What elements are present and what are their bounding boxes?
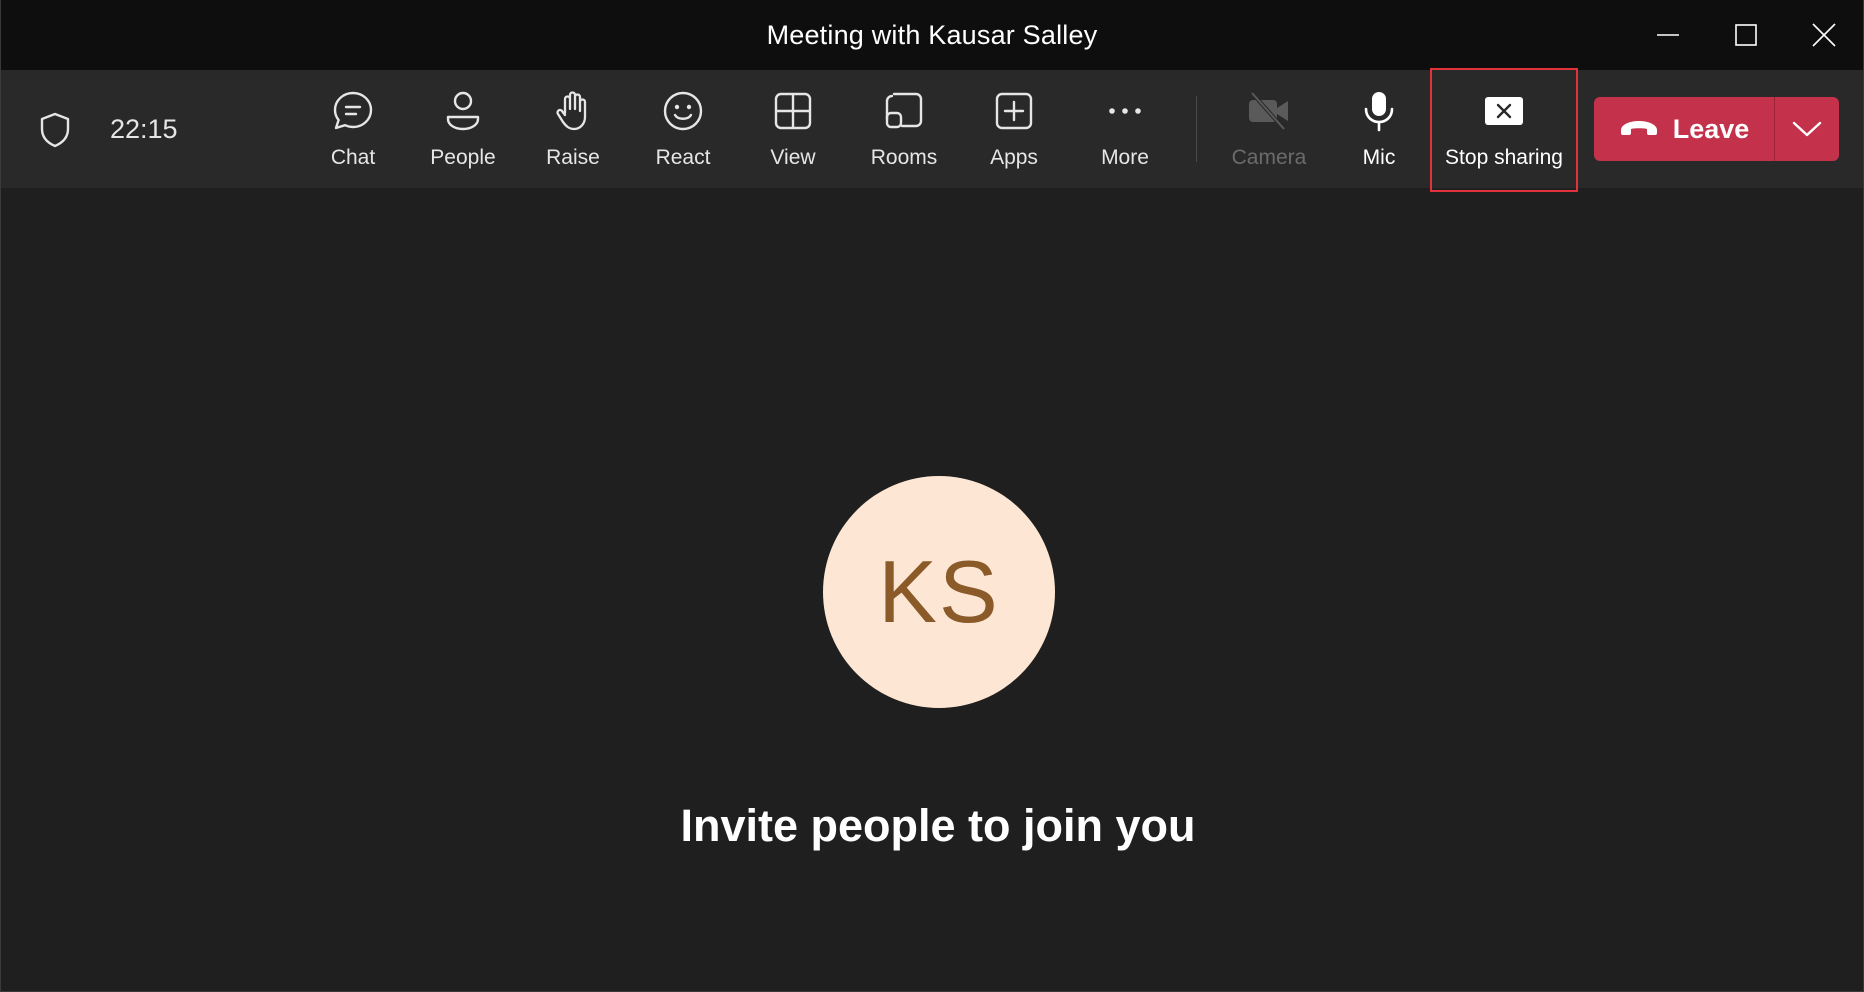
camera-label: Camera — [1231, 146, 1307, 169]
react-label: React — [655, 146, 711, 169]
meeting-window: Meeting with Kausar Salley 22:15 Chat Pe… — [0, 0, 1864, 992]
chat-button[interactable]: Chat — [298, 88, 408, 174]
leave-button-group: Leave — [1594, 97, 1839, 161]
close-icon — [1812, 23, 1836, 47]
minimize-icon — [1657, 34, 1679, 36]
mic-button[interactable]: Mic — [1324, 88, 1434, 174]
raise-label: Raise — [546, 146, 600, 169]
raise-hand-icon — [556, 91, 587, 131]
mic-label: Mic — [1362, 146, 1396, 169]
window-controls — [1629, 0, 1863, 70]
chevron-down-icon — [1792, 121, 1822, 137]
more-label: More — [1101, 146, 1149, 169]
smiley-icon — [663, 91, 703, 131]
raise-hand-button[interactable]: Raise — [518, 88, 628, 174]
stop-sharing-button[interactable]: Stop sharing — [1445, 88, 1563, 174]
chat-icon — [333, 91, 373, 130]
view-button[interactable]: View — [738, 88, 848, 174]
view-label: View — [770, 146, 816, 169]
mic-icon — [1364, 92, 1394, 132]
title-bar: Meeting with Kausar Salley — [1, 0, 1863, 70]
more-icon — [1109, 108, 1141, 114]
more-button[interactable]: More — [1070, 88, 1180, 174]
meeting-toolbar: 22:15 Chat People Raise React View Rooms… — [1, 70, 1863, 188]
leave-button[interactable]: Leave — [1594, 97, 1774, 161]
grid-view-icon — [774, 92, 812, 130]
maximize-icon — [1735, 24, 1757, 46]
leave-label: Leave — [1672, 113, 1750, 144]
invite-message: Invite people to join you — [680, 800, 1196, 851]
shield-icon[interactable] — [39, 112, 71, 148]
apps-button[interactable]: Apps — [959, 88, 1069, 174]
people-icon — [446, 91, 480, 131]
stop-sharing-icon — [1485, 97, 1523, 125]
avatar-initials: KS — [878, 542, 1000, 641]
add-app-icon — [995, 92, 1033, 130]
close-button[interactable] — [1785, 0, 1863, 70]
hang-up-icon — [1620, 121, 1657, 135]
camera-button[interactable]: Camera — [1214, 88, 1324, 174]
apps-label: Apps — [990, 146, 1038, 169]
chat-label: Chat — [330, 146, 376, 169]
maximize-button[interactable] — [1707, 0, 1785, 70]
stop-sharing-label: Stop sharing — [1445, 146, 1563, 169]
camera-off-icon — [1249, 91, 1288, 131]
window-title: Meeting with Kausar Salley — [766, 19, 1098, 50]
toolbar-divider — [1196, 96, 1197, 162]
minimize-button[interactable] — [1629, 0, 1707, 70]
rooms-label: Rooms — [870, 146, 938, 169]
rooms-button[interactable]: Rooms — [849, 88, 959, 174]
people-button[interactable]: People — [408, 88, 518, 174]
people-label: People — [430, 146, 496, 169]
leave-options-button[interactable] — [1775, 97, 1839, 161]
rooms-icon — [885, 92, 923, 129]
avatar: KS — [823, 476, 1055, 708]
react-button[interactable]: React — [628, 88, 738, 174]
meeting-timer: 22:15 — [110, 114, 178, 144]
